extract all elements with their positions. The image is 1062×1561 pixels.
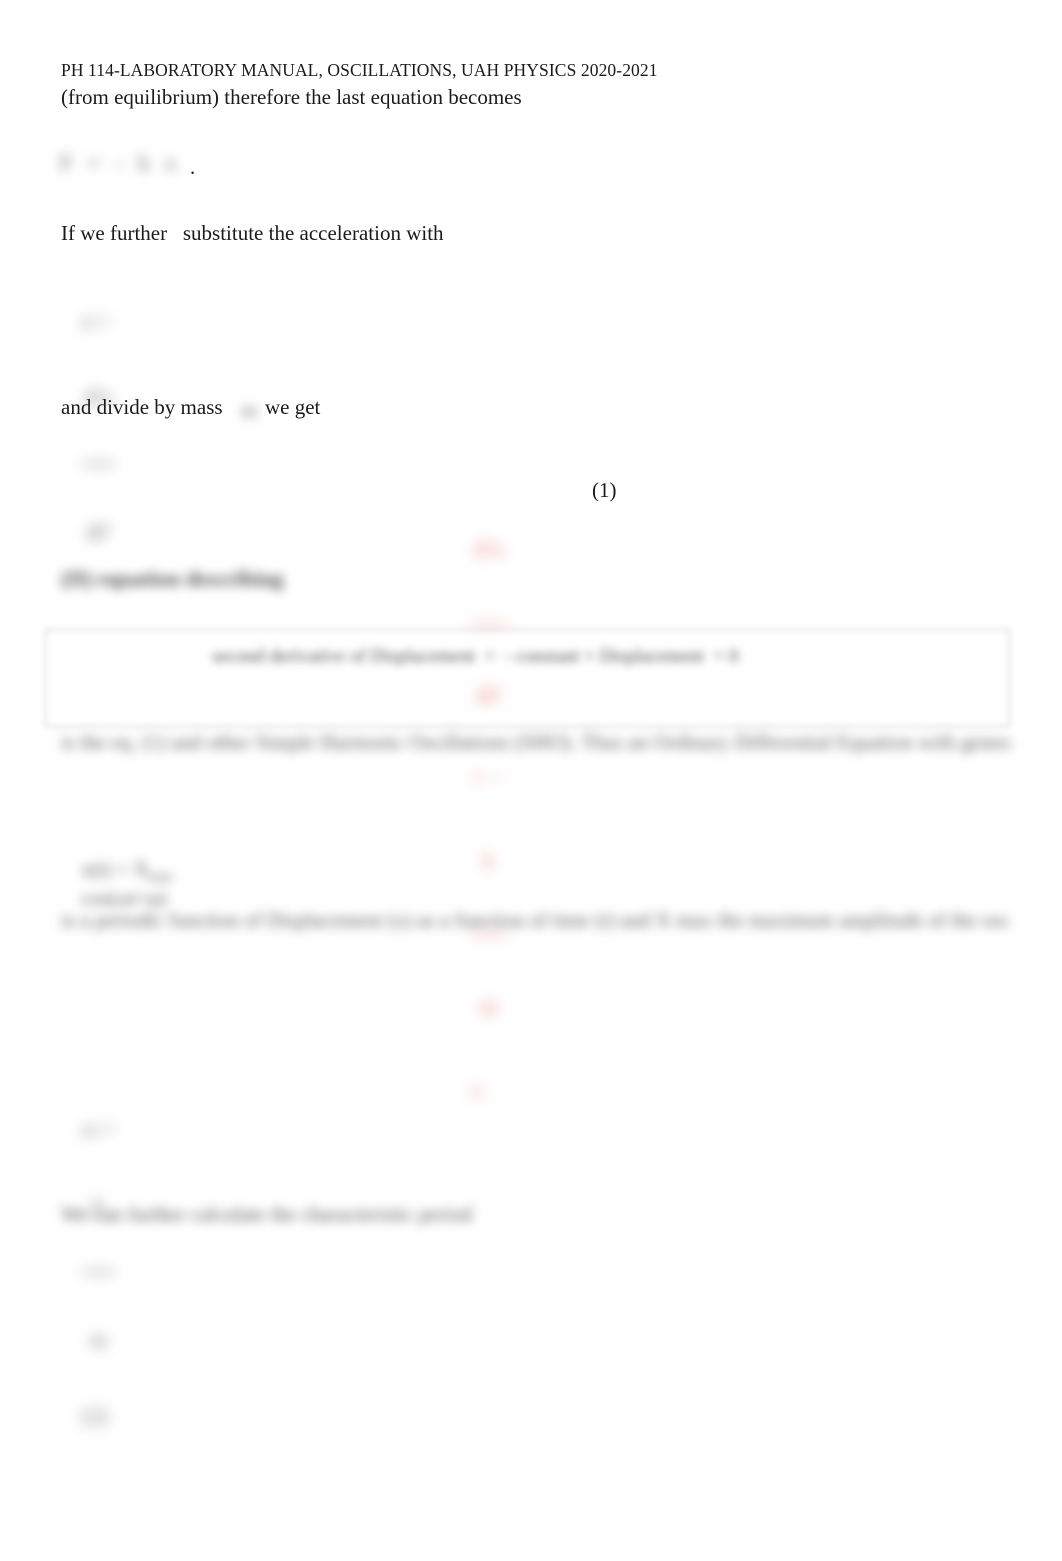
mass-symbol-blurred: m: [241, 398, 258, 422]
equation-omega-lhs: ω =: [82, 1116, 115, 1141]
equation-force-blurred: F = - k x: [60, 150, 181, 175]
equation-acceleration-denominator: dt²: [86, 519, 111, 545]
equation-one-numerator-left: d²x: [473, 537, 505, 564]
paragraph-divide-before: and divide by mass: [61, 395, 223, 419]
fraction-bar: [471, 622, 507, 625]
paragraph-equilibrium-line: (from equilibrium) therefore the last eq…: [61, 85, 522, 109]
document-running-header: PH 114-LABORATORY MANUAL, OSCILLATIONS, …: [61, 60, 658, 80]
equation-number-label: (1): [592, 478, 617, 502]
paragraph-sho: is the eq. (1) and other Simple Harmonic…: [61, 730, 1011, 754]
statement-box-text: second derivative of Displacement = - co…: [212, 646, 739, 667]
equation-force-period: .: [190, 155, 196, 179]
paragraph-divide-after: we get: [265, 395, 321, 419]
document-page: PH 114-LABORATORY MANUAL, OSCILLATIONS, …: [0, 0, 1062, 1561]
equation-omega-blurred: ω = k m (2): [60, 1090, 115, 1455]
equation-omega-number: (2): [82, 1402, 108, 1428]
paragraph-substitute-line: If we further substitute the acceleratio…: [61, 221, 444, 245]
paragraph-characteristic-period: We can further calculate the characteris…: [61, 1202, 473, 1226]
fraction-bar: [82, 1271, 115, 1274]
equation-xt-subscript: max: [148, 869, 174, 886]
paragraph-periodic-function: is a periodic function of Displacement (…: [61, 908, 1011, 932]
section-heading-blurred: (II) equation describing: [61, 566, 284, 591]
equation-xt-lhs: x(t) = X: [81, 857, 149, 881]
equation-one-numerator-right: k: [483, 848, 495, 875]
equation-one-denominator-right: m: [479, 994, 499, 1021]
equation-one-operator: = −: [471, 765, 505, 792]
fraction-bar: [82, 463, 115, 466]
statement-box: [45, 629, 1010, 727]
equation-one-variable: x: [471, 1076, 483, 1103]
equation-acceleration-fraction: d²x dt²: [82, 334, 115, 595]
equation-omega-denominator: m: [89, 1327, 108, 1353]
equation-one-blurred: d²x dt² = − k m x: [447, 455, 507, 1131]
equation-omega-fraction: k m: [82, 1142, 115, 1403]
equation-acceleration-lhs: a =: [82, 308, 110, 333]
